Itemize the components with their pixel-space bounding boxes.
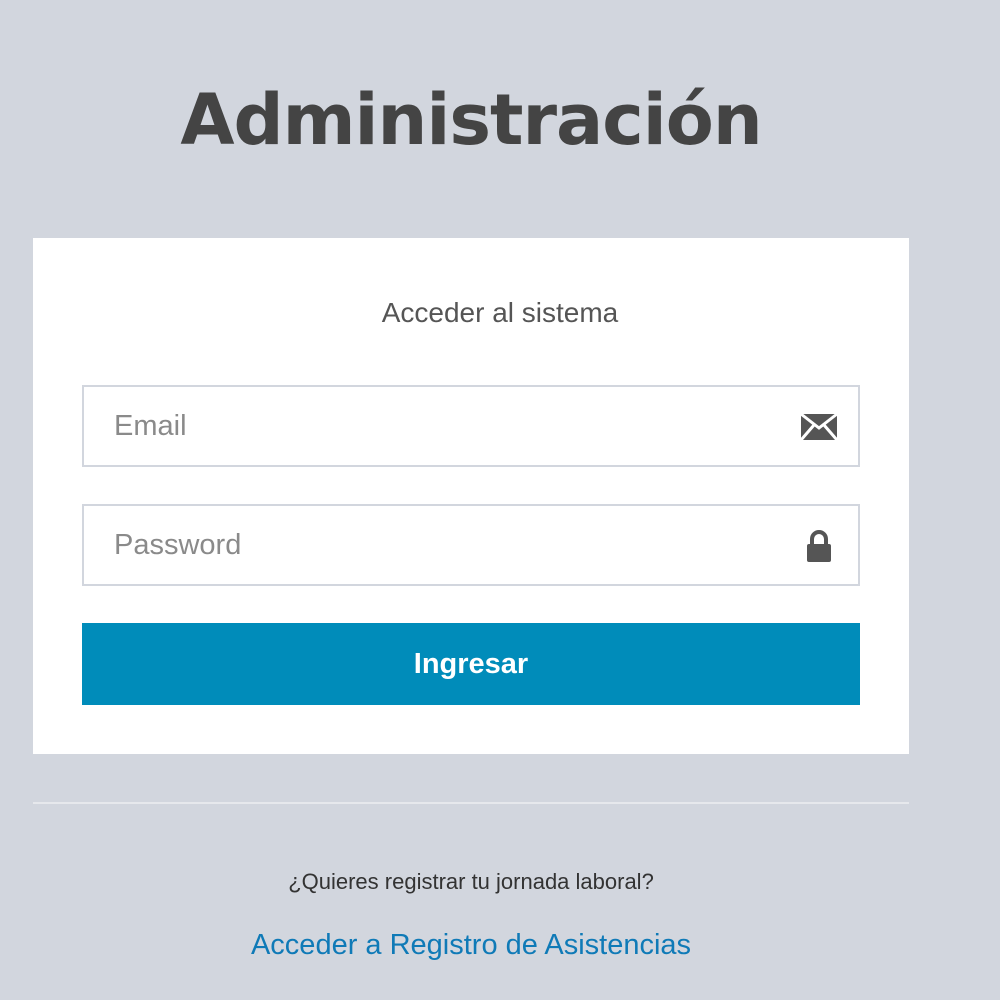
register-question: ¿Quieres registrar tu jornada laboral? <box>288 869 654 894</box>
login-box-message: Acceder al sistema <box>381 297 619 328</box>
envelope-icon <box>799 411 839 443</box>
email-input[interactable] <box>84 387 858 465</box>
password-field-group <box>82 504 860 586</box>
email-field-group <box>82 385 860 467</box>
attendance-register-link[interactable]: Acceder a Registro de Asistencias <box>33 922 909 968</box>
login-submit-button[interactable]: Ingresar <box>82 623 860 705</box>
page-title: Administración <box>180 79 762 161</box>
password-input[interactable] <box>84 506 858 584</box>
lock-icon <box>800 530 838 562</box>
divider <box>33 802 909 804</box>
